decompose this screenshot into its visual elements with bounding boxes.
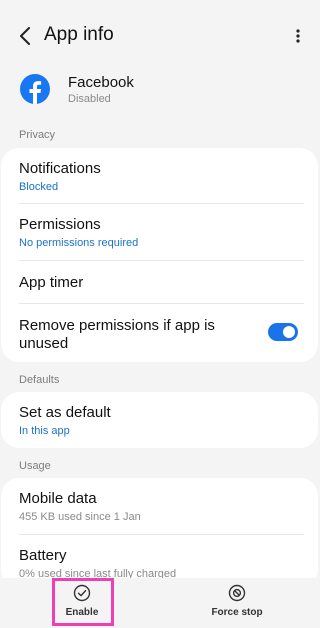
permissions-status: No permissions required [19,237,139,249]
notifications-status: Blocked [19,181,59,193]
usage-card: Mobile data 455 KB used since 1 Jan Batt… [1,478,318,588]
mobile-data-title: Mobile data [19,490,97,507]
divider [19,303,304,304]
enable-highlight-box [52,578,114,626]
remove-permissions-toggle[interactable] [268,323,298,341]
toggle-knob [282,325,296,339]
battery-item[interactable]: Battery 0% used since last fully charged [19,547,300,580]
force-stop-label: Force stop [211,607,263,618]
mobile-data-item[interactable]: Mobile data 455 KB used since 1 Jan [19,490,300,523]
notifications-item[interactable]: Notifications Blocked [19,160,300,193]
remove-permissions-item[interactable]: Remove permissions if app is unused [19,317,258,353]
more-options-button[interactable] [293,26,303,46]
section-label-privacy: Privacy [19,129,56,141]
app-timer-title: App timer [19,274,84,291]
force-stop-button[interactable]: Force stop [197,584,277,624]
app-name: Facebook [68,74,134,91]
stop-circle-icon [228,584,246,602]
more-vertical-icon [296,29,300,43]
divider [19,260,304,261]
permissions-item[interactable]: Permissions No permissions required [19,216,300,249]
remove-permissions-title: Remove permissions if app is unused [19,317,215,352]
set-as-default-status: In this app [19,425,70,437]
battery-title: Battery [19,547,67,564]
notifications-title: Notifications [19,160,101,177]
app-status: Disabled [68,93,111,105]
defaults-card: Set as default In this app [1,392,318,448]
page-title: App info [44,24,114,45]
app-timer-item[interactable]: App timer [19,274,300,292]
set-as-default-title: Set as default [19,404,111,421]
permissions-title: Permissions [19,216,101,233]
section-label-usage: Usage [19,460,51,472]
mobile-data-usage: 455 KB used since 1 Jan [19,511,141,523]
back-button[interactable] [14,24,36,48]
divider [19,534,304,535]
divider [19,203,304,204]
facebook-app-icon [20,74,50,104]
section-label-defaults: Defaults [19,374,60,386]
app-header: Facebook Disabled [18,72,308,112]
back-arrow-icon [20,27,30,45]
app-bar: App info [0,0,319,72]
privacy-card: Notifications Blocked Permissions No per… [1,148,318,362]
bottom-action-bar: Enable Force stop [0,578,319,628]
set-as-default-item[interactable]: Set as default In this app [19,404,300,437]
